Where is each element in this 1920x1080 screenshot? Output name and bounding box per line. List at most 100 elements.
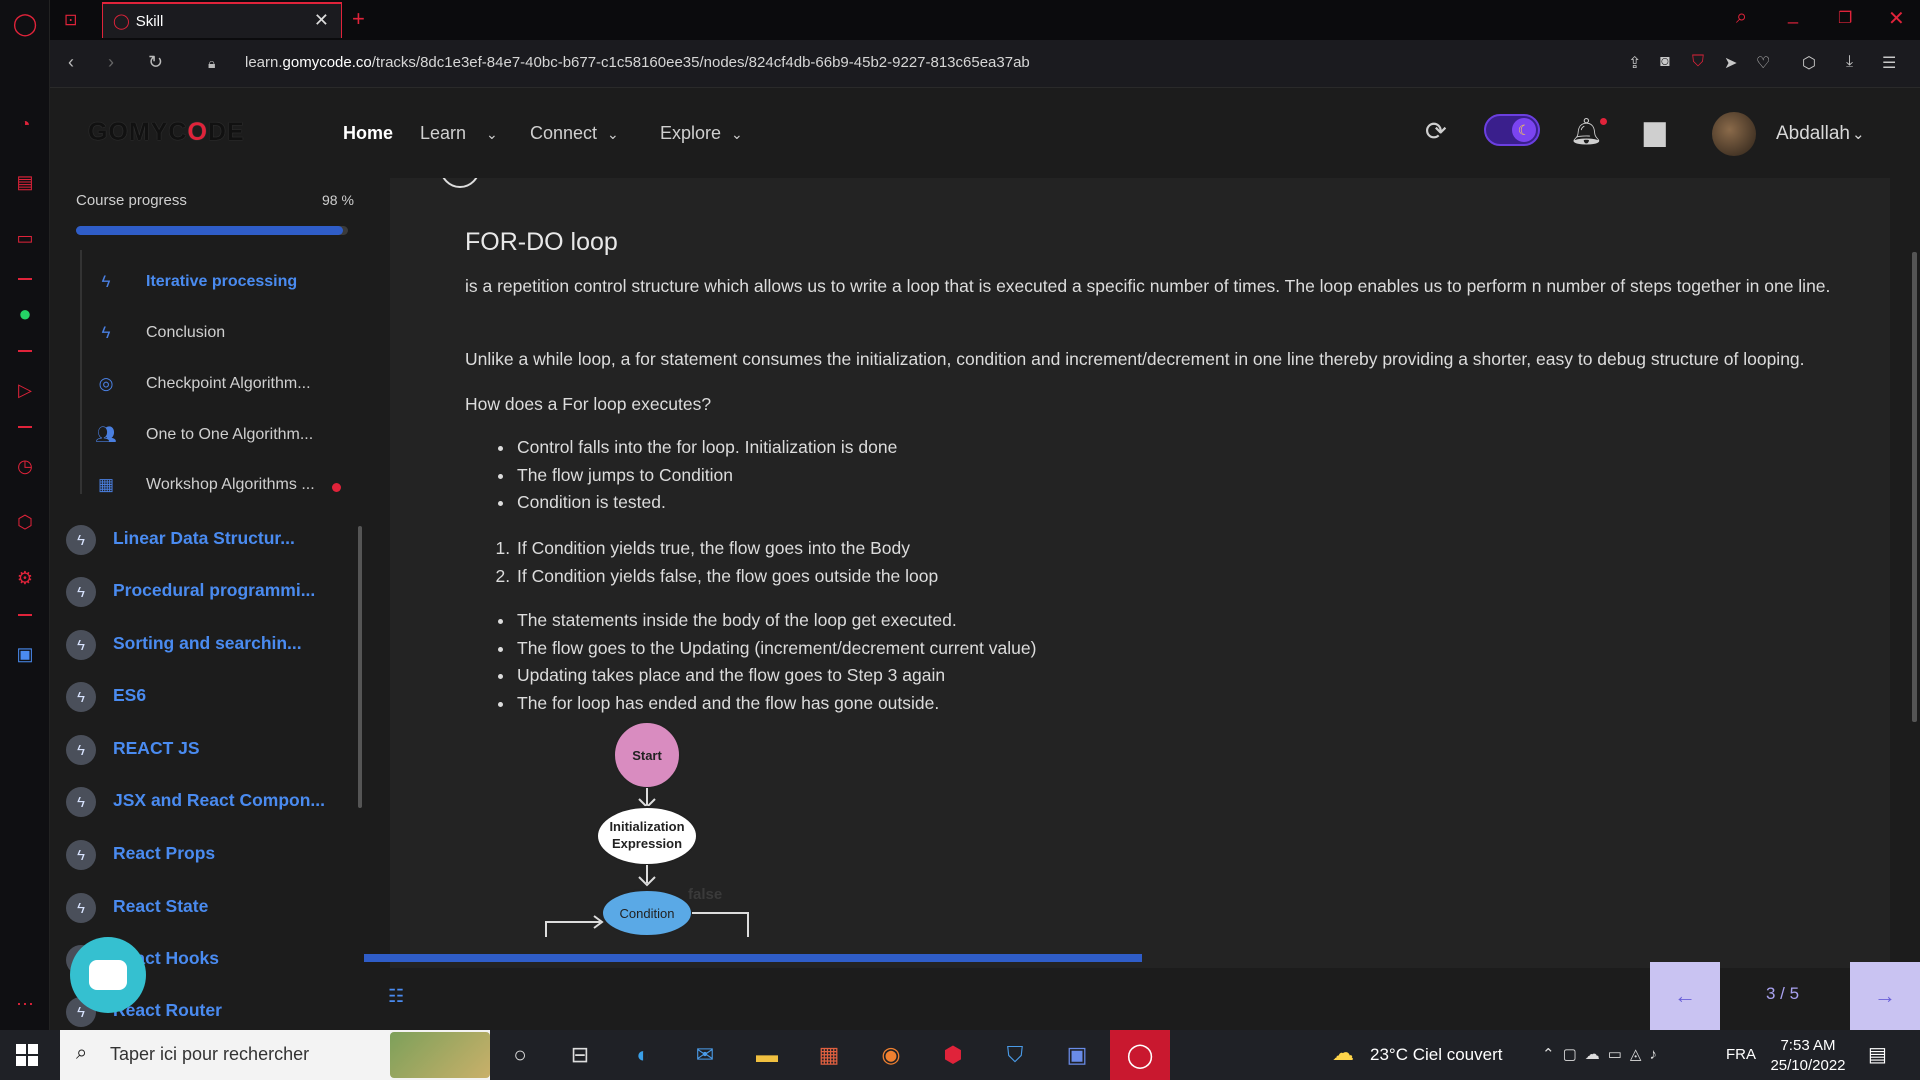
avatar[interactable]	[1712, 112, 1756, 156]
sidebar-item-checkpoint[interactable]: ◎ Checkpoint Algorithm...	[50, 360, 350, 410]
flow-false-label: false	[688, 886, 722, 903]
store-icon[interactable]: ▦	[814, 1040, 844, 1070]
sidebar-module-item[interactable]: ϟ JSX and React Compon...	[50, 775, 360, 827]
twitch-icon[interactable]: ▭	[13, 226, 37, 250]
send-icon[interactable]: ➤	[1724, 53, 1737, 73]
history-icon[interactable]: ◷	[13, 454, 37, 478]
minimize-button[interactable]: _	[1788, 4, 1798, 25]
file-explorer-icon[interactable]: ▬	[752, 1040, 782, 1070]
lesson-paragraph: How does a For loop executes?	[465, 394, 712, 414]
download-icon[interactable]: ⤓	[1846, 53, 1853, 71]
firefox-icon[interactable]: ◉	[876, 1040, 906, 1070]
cortana-icon[interactable]: ○	[505, 1040, 535, 1070]
url-field[interactable]: learn.gomycode.co/tracks/8dc1e3ef-84e7-4…	[245, 54, 1030, 71]
bolt-icon: ϟ	[66, 735, 96, 765]
edge-icon[interactable]: ◐	[628, 1040, 658, 1070]
start-button[interactable]	[16, 1044, 38, 1066]
new-tab-button[interactable]: +	[352, 6, 365, 32]
reload-button[interactable]: ↻	[148, 52, 163, 73]
search-icon[interactable]: ⌕	[1736, 6, 1747, 29]
notifications-icon[interactable]: ▤	[1868, 1042, 1887, 1067]
close-window-button[interactable]: ✕	[1888, 6, 1905, 31]
bell-icon[interactable]: 🔔︎	[1570, 116, 1603, 147]
sidebar-module-item[interactable]: ϟ React Props	[50, 828, 360, 880]
next-slide-button[interactable]: →	[1850, 962, 1920, 1030]
author-avatar	[440, 178, 480, 188]
sidebar-module-item[interactable]: ϟ Sorting and searchin...	[50, 618, 360, 670]
sidebar-item-iterative-processing[interactable]: ϟ Iterative processing	[50, 258, 350, 308]
sidebar-module-item[interactable]: ϟ Procedural programmi...	[50, 565, 360, 617]
sidebar-item-one-to-one[interactable]: 👥︎ One to One Algorithm...	[50, 411, 350, 461]
site-header: GOMYCODE Home Learn ⌄ Connect ⌄ Explore ⌄ ⟳…	[50, 88, 1920, 178]
content-scrollbar[interactable]	[1912, 252, 1917, 722]
task-view-icon[interactable]: ⊟	[565, 1040, 595, 1070]
nav-home[interactable]: Home	[343, 123, 393, 144]
camera-icon[interactable]: ◙	[1660, 53, 1670, 71]
more-dots-icon[interactable]: ⋯	[13, 992, 37, 1016]
sidebar-module-item[interactable]: ϟ ES6	[50, 670, 360, 722]
course-sidebar: Course progress 98 % ϟ Iterative process…	[50, 178, 370, 1030]
language-indicator[interactable]: FRA	[1726, 1046, 1756, 1063]
search-icon: ⌕	[76, 1042, 88, 1064]
gamepad-icon[interactable]: ⊡	[64, 10, 77, 30]
bolt-icon: ϟ	[66, 577, 96, 607]
opera-logo-icon[interactable]: ◯	[13, 11, 38, 36]
course-progress-bar	[76, 226, 348, 235]
flow-condition-label: Condition	[620, 906, 675, 921]
heart-icon[interactable]: ♡	[1756, 53, 1770, 73]
remote-app-icon[interactable]: ▣	[1062, 1040, 1092, 1070]
nav-explore[interactable]: Explore ⌄	[660, 123, 743, 144]
extensions-icon[interactable]: ⬡	[13, 510, 37, 534]
system-tray-icons[interactable]: ⌃▢☁▭◬♪	[1542, 1045, 1665, 1063]
shield-app-icon[interactable]: ⛉	[1000, 1040, 1030, 1070]
clock[interactable]: 7:53 AM 25/10/2022	[1770, 1036, 1846, 1076]
speed-dial-icon[interactable]: ◔	[13, 112, 37, 136]
back-button[interactable]: ‹	[68, 52, 74, 73]
share-icon[interactable]: ⇪	[1628, 53, 1641, 73]
mail-icon[interactable]: ✉	[690, 1040, 720, 1070]
workspaces-icon[interactable]: ▤	[13, 170, 37, 194]
sidebar-module-item[interactable]: ϟ Linear Data Structur...	[50, 513, 360, 565]
flow-init-label-2: Expression	[612, 836, 682, 851]
support-chat-button[interactable]	[70, 937, 146, 1013]
sidebar-item-conclusion[interactable]: ϟ Conclusion	[50, 309, 350, 359]
nav-connect[interactable]: Connect ⌄	[530, 123, 619, 144]
logo-text-b: DE	[207, 118, 245, 146]
sidebar-item-workshop[interactable]: ▦ Workshop Algorithms ...	[50, 461, 350, 511]
whatsapp-icon[interactable]: ●	[13, 301, 37, 326]
sidebar-scrollbar[interactable]	[358, 526, 362, 808]
opera-taskbar-button[interactable]: ◯	[1110, 1030, 1170, 1080]
restore-button[interactable]: ❐	[1838, 8, 1852, 28]
nav-connect-label: Connect	[530, 123, 598, 143]
table-of-contents-icon[interactable]: ☷	[388, 986, 404, 1007]
player-icon[interactable]: ▷	[13, 378, 37, 402]
dark-mode-toggle[interactable]: ☾	[1484, 114, 1540, 146]
opera-icon: ◯	[1126, 1041, 1154, 1069]
course-progress-value: 98 %	[322, 192, 354, 208]
settings-gear-icon[interactable]: ⚙	[13, 566, 37, 590]
chat-icon[interactable]: ▆	[1644, 114, 1666, 147]
chevron-down-icon: ⌄	[1851, 126, 1865, 143]
close-tab-icon[interactable]: ✕	[314, 10, 329, 31]
easy-setup-icon[interactable]: ☰	[1882, 53, 1896, 73]
cube-icon[interactable]: ⬡	[1802, 53, 1816, 73]
forward-button[interactable]: ›	[108, 52, 114, 73]
sync-icon[interactable]: ⟳	[1425, 116, 1447, 147]
taskbar-search[interactable]: ⌕ Taper ici pour rechercher	[60, 1030, 490, 1080]
sidebar-divider	[18, 278, 32, 280]
logo-text-a: GOMYC	[88, 118, 188, 146]
user-menu[interactable]: Abdallah ⌄	[1776, 123, 1865, 145]
sidebar-module-item[interactable]: ϟ React State	[50, 881, 360, 933]
opera-gx-icon[interactable]: ⬢	[938, 1040, 968, 1070]
translate-icon[interactable]: ▣	[13, 642, 37, 666]
sidebar-module-item[interactable]: ϟ REACT JS	[50, 723, 360, 775]
previous-slide-button[interactable]: ←	[1650, 962, 1720, 1030]
gomycode-logo[interactable]: GOMYCODE	[88, 118, 245, 147]
adblock-shield-icon[interactable]: ⛉	[1692, 53, 1704, 71]
sidebar-item-label: One to One Algorithm...	[146, 426, 314, 443]
url-prefix: learn.	[245, 54, 283, 71]
opera-sidebar: ◯ ◔ ▤ ▭ ● ▷ ◷ ⬡ ⚙ ▣ ⋯	[0, 0, 50, 1030]
tab-skill[interactable]: ◯ Skill ✕	[102, 2, 342, 38]
nav-learn[interactable]: Learn ⌄	[420, 123, 498, 144]
weather-widget[interactable]: 23°C Ciel couvert	[1370, 1045, 1502, 1065]
